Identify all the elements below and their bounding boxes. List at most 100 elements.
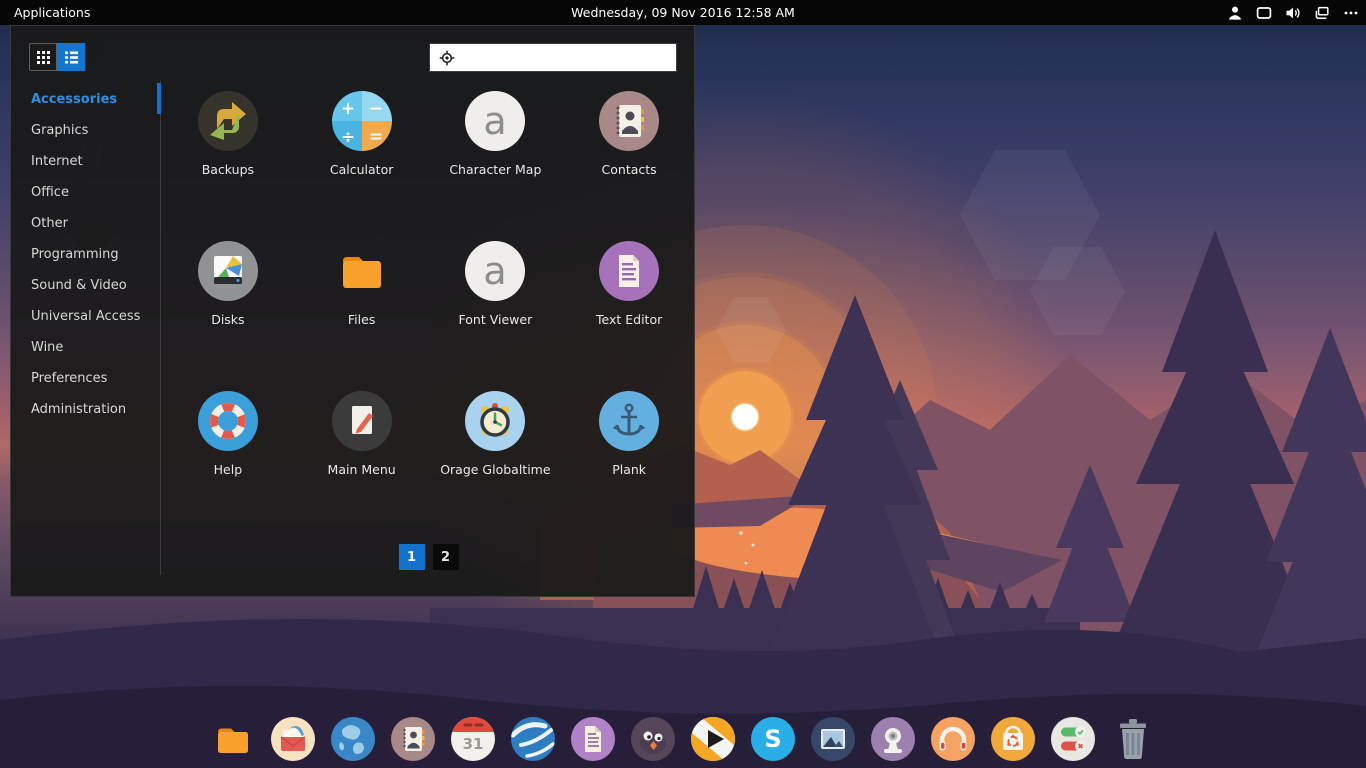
photos-icon [809,715,857,763]
category-sound-video[interactable]: Sound & Video [11,270,161,301]
dock-google-earth[interactable] [509,715,557,763]
app-plank[interactable]: Plank [562,381,696,513]
owl-icon [629,715,677,763]
app-files[interactable]: Files [295,231,429,363]
orage-globaltime-icon [463,389,527,453]
app-font-viewer[interactable]: a Font Viewer [429,231,563,363]
volume-icon[interactable] [1284,4,1302,22]
category-accessories[interactable]: Accessories [11,84,161,115]
main-menu-icon [330,389,394,453]
font-viewer-icon: a [463,239,527,303]
category-other[interactable]: Other [11,208,161,239]
category-office[interactable]: Office [11,177,161,208]
dock-trash[interactable] [1109,715,1157,763]
dock-messenger[interactable] [629,715,677,763]
page-1-button[interactable]: 1 [399,544,425,570]
app-backups[interactable]: Backups [161,81,295,213]
contacts-book-icon [389,715,437,763]
dock-mail[interactable] [269,715,317,763]
svg-text:a: a [484,99,507,143]
app-calculator[interactable]: + − ÷ = Calculator [295,81,429,213]
app-orage-globaltime[interactable]: Orage Globaltime [429,381,563,513]
app-label: Help [161,462,295,477]
display-icon[interactable] [1255,4,1273,22]
dock-media-player[interactable] [689,715,737,763]
workspaces-icon[interactable] [1313,4,1331,22]
app-label: Character Map [429,162,563,177]
app-label: Font Viewer [429,312,563,327]
svg-text:S: S [764,725,781,753]
pagination: 1 2 [161,544,696,570]
dock-files[interactable] [209,715,257,763]
svg-text:a: a [484,249,507,293]
dock-calendar[interactable]: 31 [449,715,497,763]
toggles-icon [1049,715,1097,763]
app-disks[interactable]: Disks [161,231,295,363]
search-input[interactable] [457,44,676,71]
contacts-icon [597,89,661,153]
svg-text:÷: ÷ [341,127,355,147]
dock-photos[interactable] [809,715,857,763]
more-icon[interactable] [1342,4,1360,22]
media-player-icon [689,715,737,763]
app-contacts[interactable]: Contacts [562,81,696,213]
dock: 31 [209,715,1157,763]
dock-headphones[interactable] [929,715,977,763]
app-label: Files [295,312,429,327]
trash-can-icon [1109,715,1157,763]
character-map-icon: a [463,89,527,153]
system-tray [1226,0,1360,25]
mail-icon [269,715,317,763]
files-folder-icon [330,239,394,303]
grid-view-button[interactable] [29,43,57,71]
skype-icon: S [749,715,797,763]
svg-text:−: − [369,99,383,119]
app-help[interactable]: Help [161,381,295,513]
user-icon[interactable] [1226,4,1244,22]
dock-software-center[interactable] [989,715,1037,763]
disks-icon [196,239,260,303]
backups-icon [196,89,260,153]
google-earth-icon [509,715,557,763]
globe-icon [329,715,377,763]
view-toggle [29,43,85,71]
category-universal-access[interactable]: Universal Access [11,301,161,332]
svg-text:=: = [369,127,383,147]
webcam-icon [869,715,917,763]
category-wine[interactable]: Wine [11,332,161,363]
dock-webcam[interactable] [869,715,917,763]
clock[interactable]: Wednesday, 09 Nov 2016 12:58 AM [571,5,795,20]
help-icon [196,389,260,453]
category-internet[interactable]: Internet [11,146,161,177]
app-character-map[interactable]: a Character Map [429,81,563,213]
app-label: Disks [161,312,295,327]
dock-documents[interactable] [569,715,617,763]
folder-icon [209,715,257,763]
category-preferences[interactable]: Preferences [11,363,161,394]
dock-tweaks[interactable] [1049,715,1097,763]
app-label: Main Menu [295,462,429,477]
target-search-icon [437,48,457,68]
app-label: Calculator [295,162,429,177]
desktop-screen: Computer Trash Install BackSlash Anna Ap… [0,0,1366,768]
app-grid: Backups + − ÷ = Calculator [161,81,696,513]
applications-menu-button[interactable]: Applications [0,5,90,20]
category-programming[interactable]: Programming [11,239,161,270]
calendar-icon: 31 [449,715,497,763]
top-panel: Applications Wednesday, 09 Nov 2016 12:5… [0,0,1366,25]
app-main-menu[interactable]: Main Menu [295,381,429,513]
plank-icon [597,389,661,453]
app-text-editor[interactable]: Text Editor [562,231,696,363]
applications-menu-panel: Accessories Graphics Internet Office Oth… [10,25,695,597]
page-2-button[interactable]: 2 [433,544,459,570]
category-administration[interactable]: Administration [11,394,161,425]
app-label: Backups [161,162,295,177]
category-graphics[interactable]: Graphics [11,115,161,146]
dock-web-browser[interactable] [329,715,377,763]
list-view-button[interactable] [57,43,85,71]
dock-skype[interactable]: S [749,715,797,763]
app-label: Contacts [562,162,696,177]
text-editor-icon [597,239,661,303]
headphones-icon [929,715,977,763]
dock-contacts[interactable] [389,715,437,763]
